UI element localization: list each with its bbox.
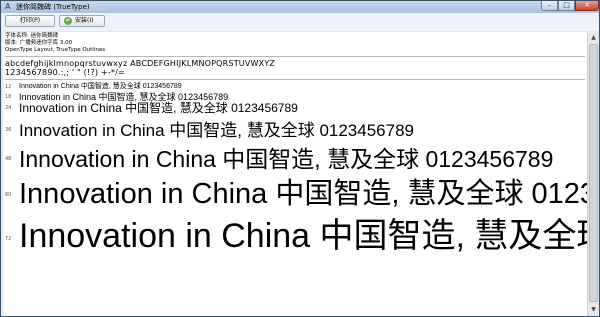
font-viewer-window: A 迷你简魏碑 (TrueType) – □ ✕ 打印(P) ✔ 安装(I) 字… (0, 0, 600, 317)
print-button[interactable]: 打印(P) (5, 15, 55, 27)
size-label-24: 24 (5, 105, 12, 111)
font-version-line: 版本: 广播频迷你字库 3.00 (5, 40, 73, 46)
numbers-sample: 1234567890.:,; ' " (!?) +-*/= (5, 68, 125, 77)
size-label-48: 48 (5, 156, 12, 162)
sample-text-60: Innovation in China 中国智造, 慧及全球 012345678… (19, 178, 587, 210)
sample-text-36: Innovation in China 中国智造, 慧及全球 012345678… (19, 121, 414, 140)
size-label-72: 72 (5, 236, 12, 242)
divider (5, 56, 585, 57)
font-name-line: 字体名称: 迷你简魏碑 (5, 33, 59, 39)
install-button[interactable]: ✔ 安装(I) (59, 15, 105, 27)
size-label-36: 36 (5, 127, 12, 133)
title-bar[interactable]: A 迷你简魏碑 (TrueType) – □ ✕ (1, 1, 599, 13)
scroll-up-arrow-icon[interactable]: ▲ (589, 33, 598, 42)
sample-text-48: Innovation in China 中国智造, 慧及全球 012345678… (19, 146, 554, 172)
scroll-down-arrow-icon[interactable]: ▼ (589, 305, 598, 314)
vertical-scrollbar[interactable]: ▲ ▼ (587, 32, 599, 316)
minimize-button[interactable]: – (541, 1, 558, 11)
divider (5, 79, 585, 80)
size-label-12: 12 (5, 84, 12, 90)
maximize-button[interactable]: □ (558, 1, 575, 11)
sample-text-24: Innovation in China 中国智造, 慧及全球 012345678… (19, 101, 298, 115)
font-preview-pane: 字体名称: 迷你简魏碑 版本: 广播频迷你字库 3.00 OpenType La… (3, 32, 587, 316)
font-type-line: OpenType Layout, TrueType Outlines (5, 47, 106, 53)
scrollbar-thumb[interactable] (589, 44, 598, 302)
shield-check-icon: ✔ (64, 17, 72, 25)
sample-text-72: Innovation in China 中国智造, 慧及全球 012345678… (19, 217, 587, 255)
alphabet-sample: abcdefghijklmnopqrstuvwxyz ABCDEFGHIJKLM… (5, 59, 276, 68)
close-button[interactable]: ✕ (575, 1, 599, 11)
toolbar: 打印(P) ✔ 安装(I) (1, 13, 599, 31)
size-label-60: 60 (5, 192, 12, 198)
font-app-icon: A (5, 2, 11, 11)
window-title: 迷你简魏碑 (TrueType) (16, 3, 90, 11)
install-button-label: 安装(I) (75, 17, 94, 24)
size-label-18: 18 (5, 94, 12, 100)
